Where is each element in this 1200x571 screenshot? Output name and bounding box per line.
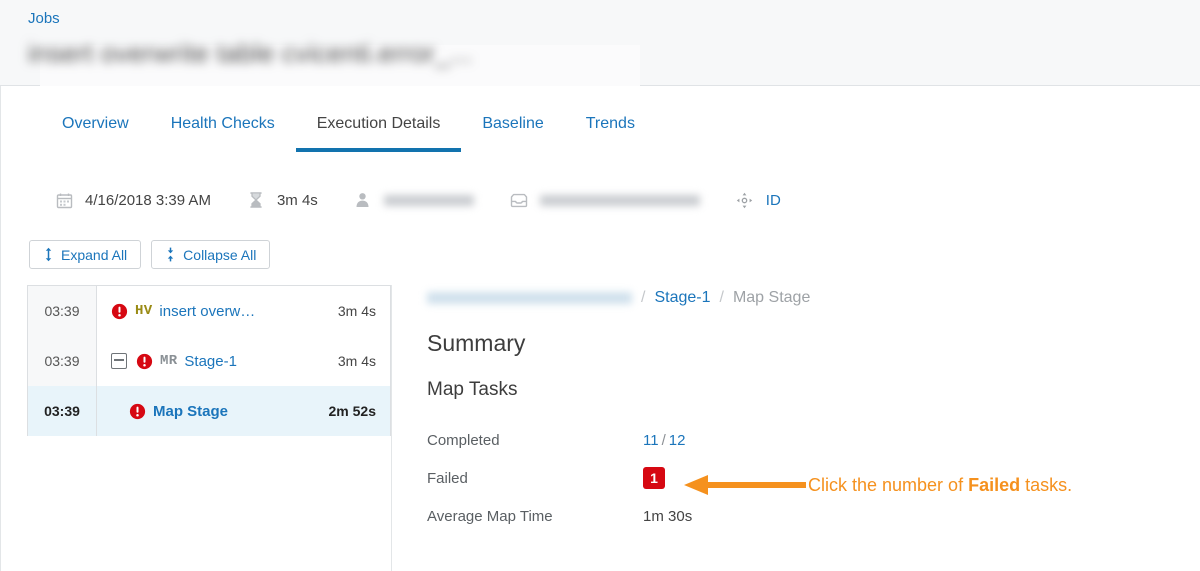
breadcrumb-jobs-link[interactable]: Jobs [28, 10, 60, 27]
row-type-badge: MR [160, 353, 178, 369]
failed-count-badge[interactable]: 1 [643, 467, 665, 489]
collapse-toggle-icon[interactable] [111, 353, 127, 369]
page-content-frame: Overview Health Checks Execution Details… [0, 86, 1200, 571]
breadcrumb: / Stage-1 / Map Stage [427, 285, 1167, 311]
tab-bar: Overview Health Checks Execution Details… [41, 114, 656, 152]
tab-overview[interactable]: Overview [41, 114, 150, 152]
stat-value: 11/12 [643, 432, 685, 449]
collapse-arrows-icon [165, 247, 176, 262]
annotation-text: Click the number of Failed tasks. [808, 475, 1072, 496]
expand-all-label: Expand All [61, 246, 128, 263]
panel-divider [391, 285, 392, 571]
row-duration: 3m 4s [337, 303, 376, 319]
completed-count-link[interactable]: 11 [643, 432, 659, 449]
tab-health-checks[interactable]: Health Checks [150, 114, 296, 152]
fraction-slash: / [661, 431, 666, 449]
table-row-selected[interactable]: 03:39 Map Stage 2m 52s [28, 386, 390, 436]
tab-baseline[interactable]: Baseline [461, 114, 564, 152]
meta-duration-value: 3m 4s [276, 191, 318, 209]
stat-value: 1 [643, 467, 665, 489]
breadcrumb-separator: / [641, 289, 646, 306]
stat-label: Average Map Time [427, 507, 553, 525]
row-name-link[interactable]: insert overw… [159, 303, 255, 320]
annotation-text-after: tasks. [1020, 475, 1073, 495]
stat-label: Failed [427, 469, 468, 487]
row-time: 03:39 [28, 386, 97, 436]
left-arrow-icon [684, 472, 806, 498]
row-name-link[interactable]: Stage-1 [184, 353, 237, 370]
error-icon [136, 353, 153, 370]
row-name-link[interactable]: Map Stage [153, 403, 228, 420]
expand-all-button[interactable]: Expand All [29, 240, 142, 269]
summary-heading: Summary [427, 330, 526, 356]
breadcrumb-current: Map Stage [732, 289, 811, 306]
stat-label: Completed [427, 431, 500, 449]
collapse-all-label: Collapse All [183, 246, 257, 263]
table-row[interactable]: 03:39 MR Stage-1 3m 4s [28, 336, 390, 386]
execution-tree: 03:39 HV insert overw… 3m 4s 03:39 MR St… [27, 285, 391, 436]
meta-user-value-redacted [383, 194, 474, 206]
stat-completed: Completed 11/12 [427, 421, 1167, 459]
breadcrumb-root-redacted[interactable] [427, 292, 632, 304]
move-crosshair-icon [736, 191, 754, 209]
meta-date-value: 4/16/2018 3:39 AM [85, 191, 211, 209]
tab-trends[interactable]: Trends [565, 114, 656, 152]
meta-id[interactable]: ID [736, 191, 781, 209]
collapse-all-button[interactable]: Collapse All [151, 240, 271, 269]
row-type-badge: HV [135, 303, 153, 319]
meta-queue [510, 191, 700, 209]
row-duration: 2m 52s [328, 403, 376, 419]
meta-queue-value-redacted [539, 194, 700, 206]
breadcrumb-stage-link[interactable]: Stage-1 [654, 289, 710, 307]
meta-id-link[interactable]: ID [766, 192, 781, 209]
job-meta-row: 4/16/2018 3:39 AM 3m 4s ID [55, 186, 817, 214]
stat-value: 1m 30s [643, 507, 693, 525]
breadcrumb-separator: / [719, 289, 724, 306]
meta-date: 4/16/2018 3:39 AM [55, 191, 211, 209]
stat-average-map-time: Average Map Time 1m 30s [427, 497, 1167, 535]
tab-execution-details[interactable]: Execution Details [295, 114, 462, 152]
map-tasks-heading: Map Tasks [427, 379, 518, 400]
calendar-icon [55, 191, 73, 209]
row-time: 03:39 [28, 286, 97, 336]
page-header: Jobs insert overwrite table cvicenti.err… [0, 0, 1200, 105]
hourglass-icon [247, 191, 265, 209]
error-icon [111, 303, 128, 320]
tree-toolbar: Expand All Collapse All [29, 240, 271, 269]
expand-arrows-icon [43, 247, 54, 262]
meta-user [354, 191, 474, 209]
row-label: HV insert overw… [97, 303, 304, 320]
total-count-link[interactable]: 12 [669, 432, 686, 449]
annotation-text-before: Click the number of [808, 475, 969, 495]
table-row[interactable]: 03:39 HV insert overw… 3m 4s [28, 286, 390, 336]
person-icon [354, 191, 372, 209]
row-label: Map Stage [97, 403, 304, 420]
inbox-icon [510, 191, 528, 209]
annotation-text-bold: Failed [968, 475, 1021, 495]
page-title: insert overwrite table cvicenti.error_..… [28, 38, 473, 68]
row-label: MR Stage-1 [97, 353, 304, 370]
meta-duration: 3m 4s [247, 191, 318, 209]
row-time: 03:39 [28, 336, 97, 386]
row-duration: 3m 4s [337, 353, 376, 369]
error-icon [129, 403, 146, 420]
